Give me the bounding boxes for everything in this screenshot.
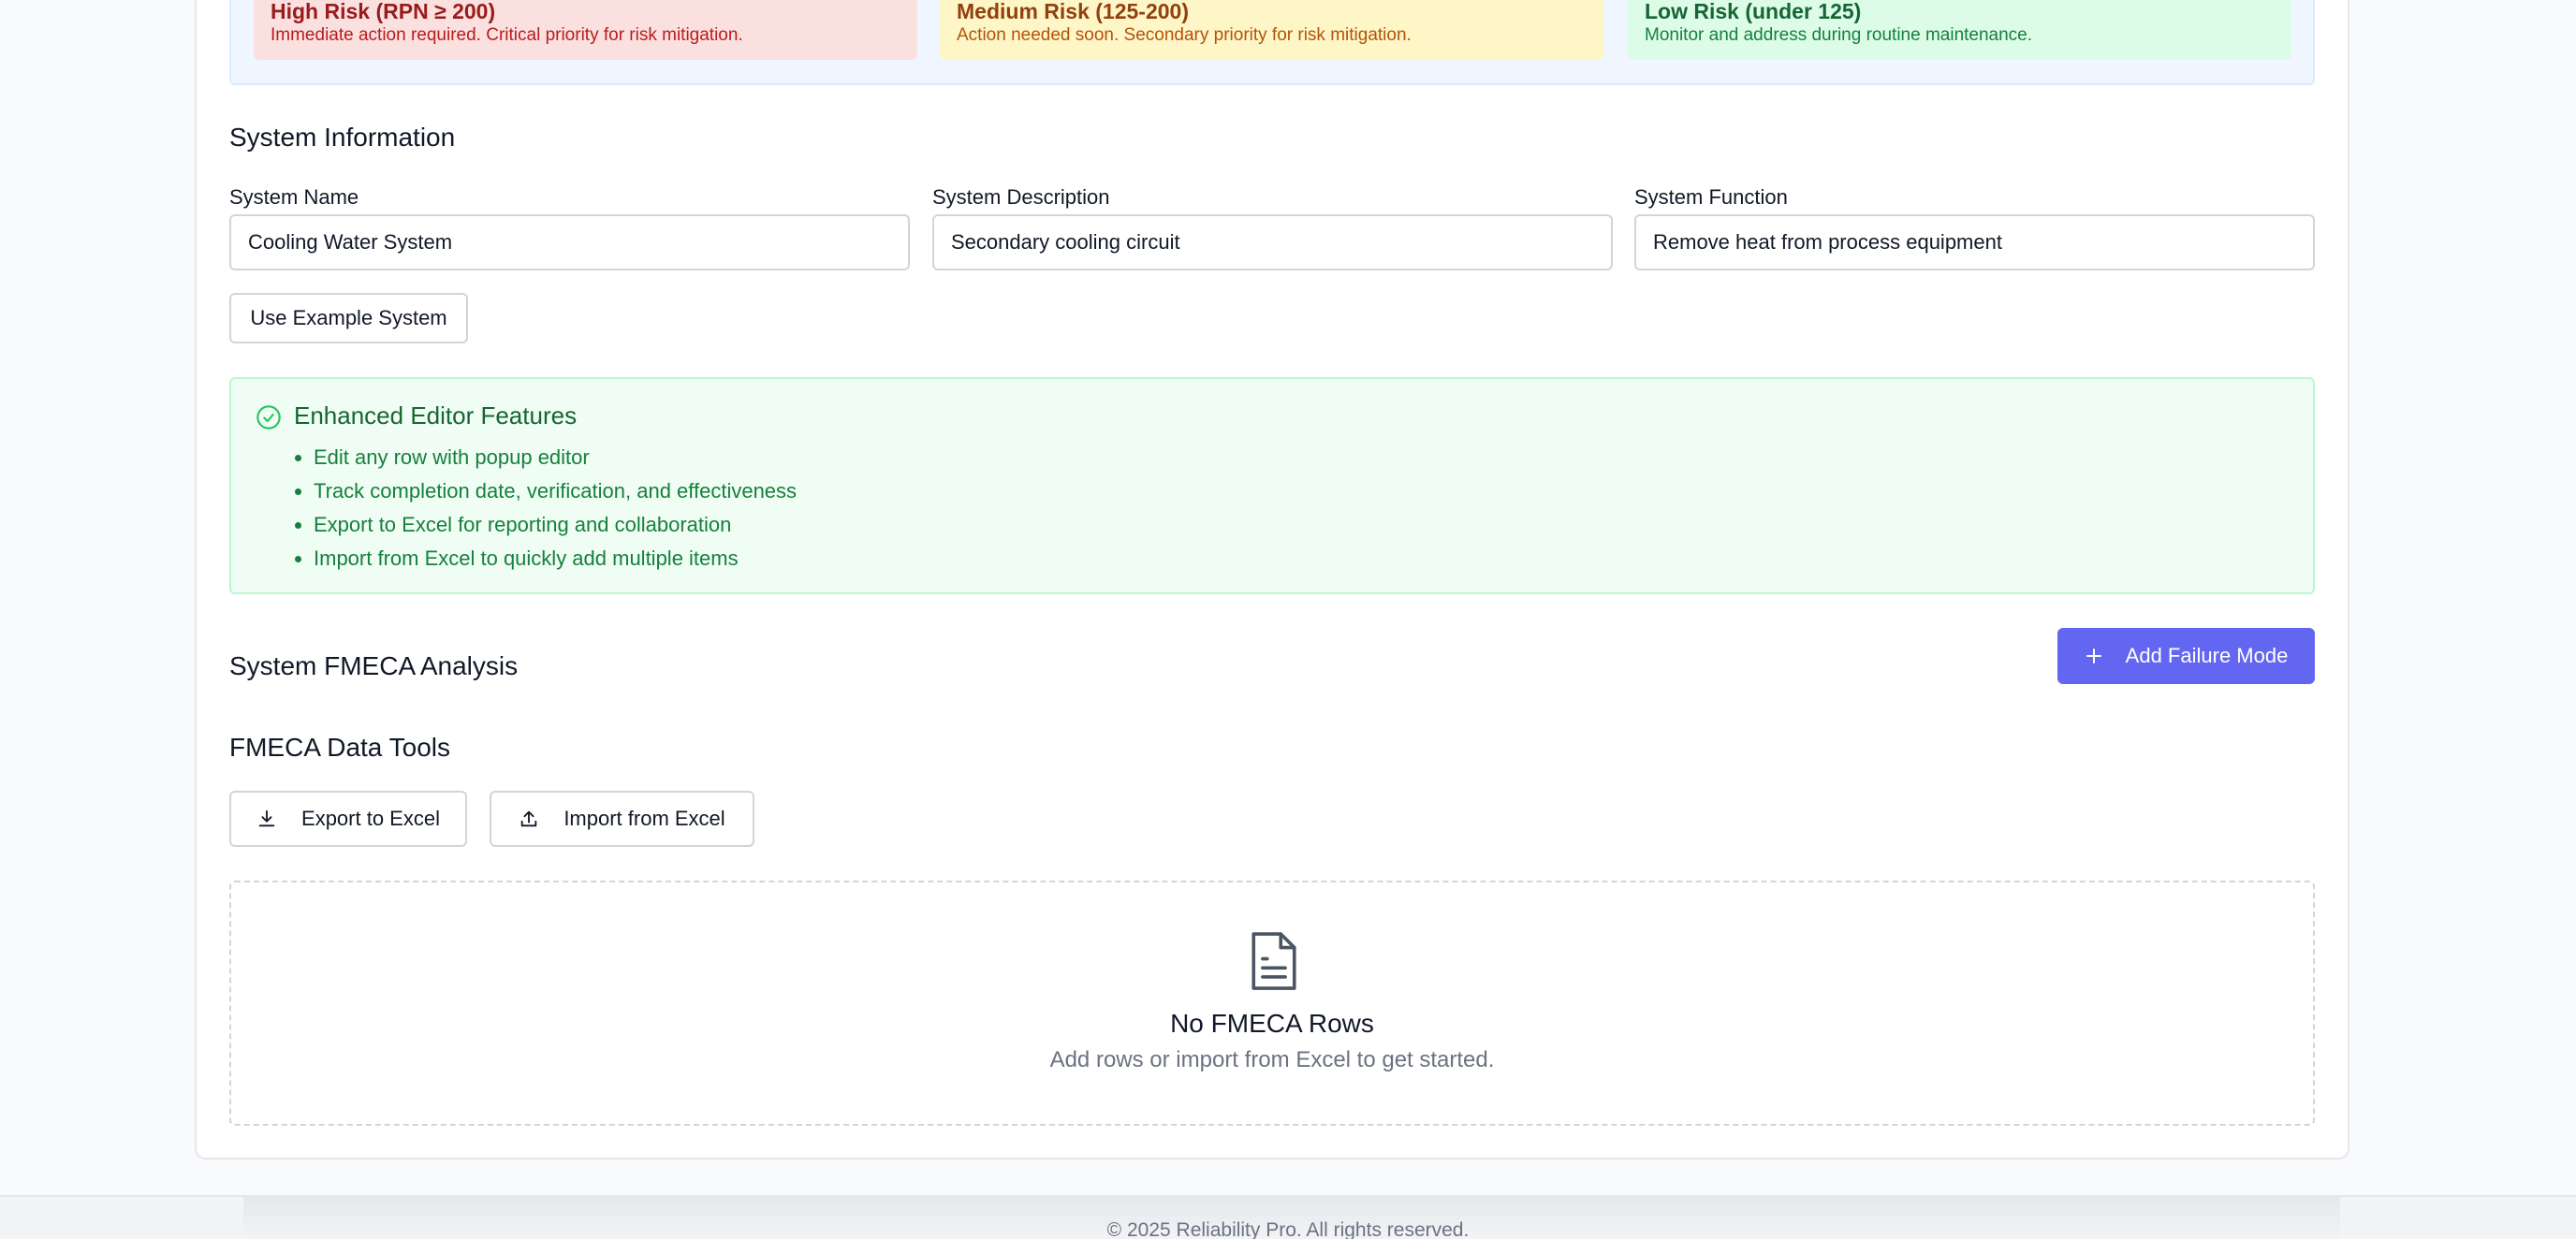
export-to-excel-label: Export to Excel	[301, 807, 440, 830]
risk-low-card: Low Risk (under 125) Monitor and address…	[1628, 0, 2291, 60]
plus-icon	[2086, 649, 2101, 663]
risk-medium-title: Medium Risk (125-200)	[957, 0, 1189, 23]
system-name-input[interactable]: Cooling Water System	[229, 214, 910, 270]
risk-low-desc: Monitor and address during routine maint…	[1645, 25, 2033, 45]
system-name-label: System Name	[229, 185, 359, 209]
features-list: Edit any row with popup editor Track com…	[314, 441, 797, 576]
footer-copyright: © 2025 Reliability Pro. All rights reser…	[1106, 1219, 1470, 1239]
file-text-icon	[1251, 932, 1296, 990]
upload-icon	[521, 810, 537, 827]
features-item: Export to Excel for reporting and collab…	[314, 508, 797, 542]
system-info-heading: System Information	[229, 123, 456, 152]
download-icon	[258, 809, 275, 827]
add-failure-mode-label: Add Failure Mode	[2125, 644, 2289, 667]
empty-state-description: Add rows or import from Excel to get sta…	[1049, 1047, 1495, 1072]
use-example-system-label: Use Example System	[250, 306, 447, 329]
features-item: Edit any row with popup editor	[314, 441, 797, 474]
risk-high-title: High Risk (RPN ≥ 200)	[271, 0, 496, 23]
add-failure-mode-button[interactable]: Add Failure Mode	[2057, 628, 2315, 684]
features-title: Enhanced Editor Features	[294, 401, 578, 430]
empty-state: No FMECA Rows Add rows or import from Ex…	[229, 881, 2315, 1126]
import-from-excel-button[interactable]: Import from Excel	[490, 791, 754, 847]
risk-high-desc: Immediate action required. Critical prio…	[271, 25, 743, 45]
risk-medium-card: Medium Risk (125-200) Action needed soon…	[940, 0, 1603, 60]
export-to-excel-button[interactable]: Export to Excel	[229, 791, 467, 847]
enhanced-editor-features-panel: Enhanced Editor Features Edit any row wi…	[229, 377, 2315, 594]
risk-high-card: High Risk (RPN ≥ 200) Immediate action r…	[254, 0, 917, 60]
fmeca-tools-heading: FMECA Data Tools	[229, 733, 451, 762]
use-example-system-button[interactable]: Use Example System	[229, 293, 468, 343]
fmeca-analysis-heading: System FMECA Analysis	[229, 651, 519, 680]
features-item: Track completion date, verification, and…	[314, 474, 797, 508]
system-description-input[interactable]: Secondary cooling circuit	[932, 214, 1613, 270]
features-item: Import from Excel to quickly add multipl…	[314, 542, 797, 576]
risk-medium-desc: Action needed soon. Secondary priority f…	[957, 25, 1412, 45]
empty-state-title: No FMECA Rows	[1170, 1009, 1374, 1038]
system-function-input[interactable]: Remove heat from process equipment	[1634, 214, 2315, 270]
system-function-label: System Function	[1634, 185, 1788, 209]
check-circle-icon	[256, 405, 281, 430]
risk-low-title: Low Risk (under 125)	[1645, 0, 1862, 23]
import-from-excel-label: Import from Excel	[564, 807, 725, 830]
system-description-label: System Description	[932, 185, 1110, 209]
page-footer: © 2025 Reliability Pro. All rights reser…	[0, 1195, 2576, 1239]
